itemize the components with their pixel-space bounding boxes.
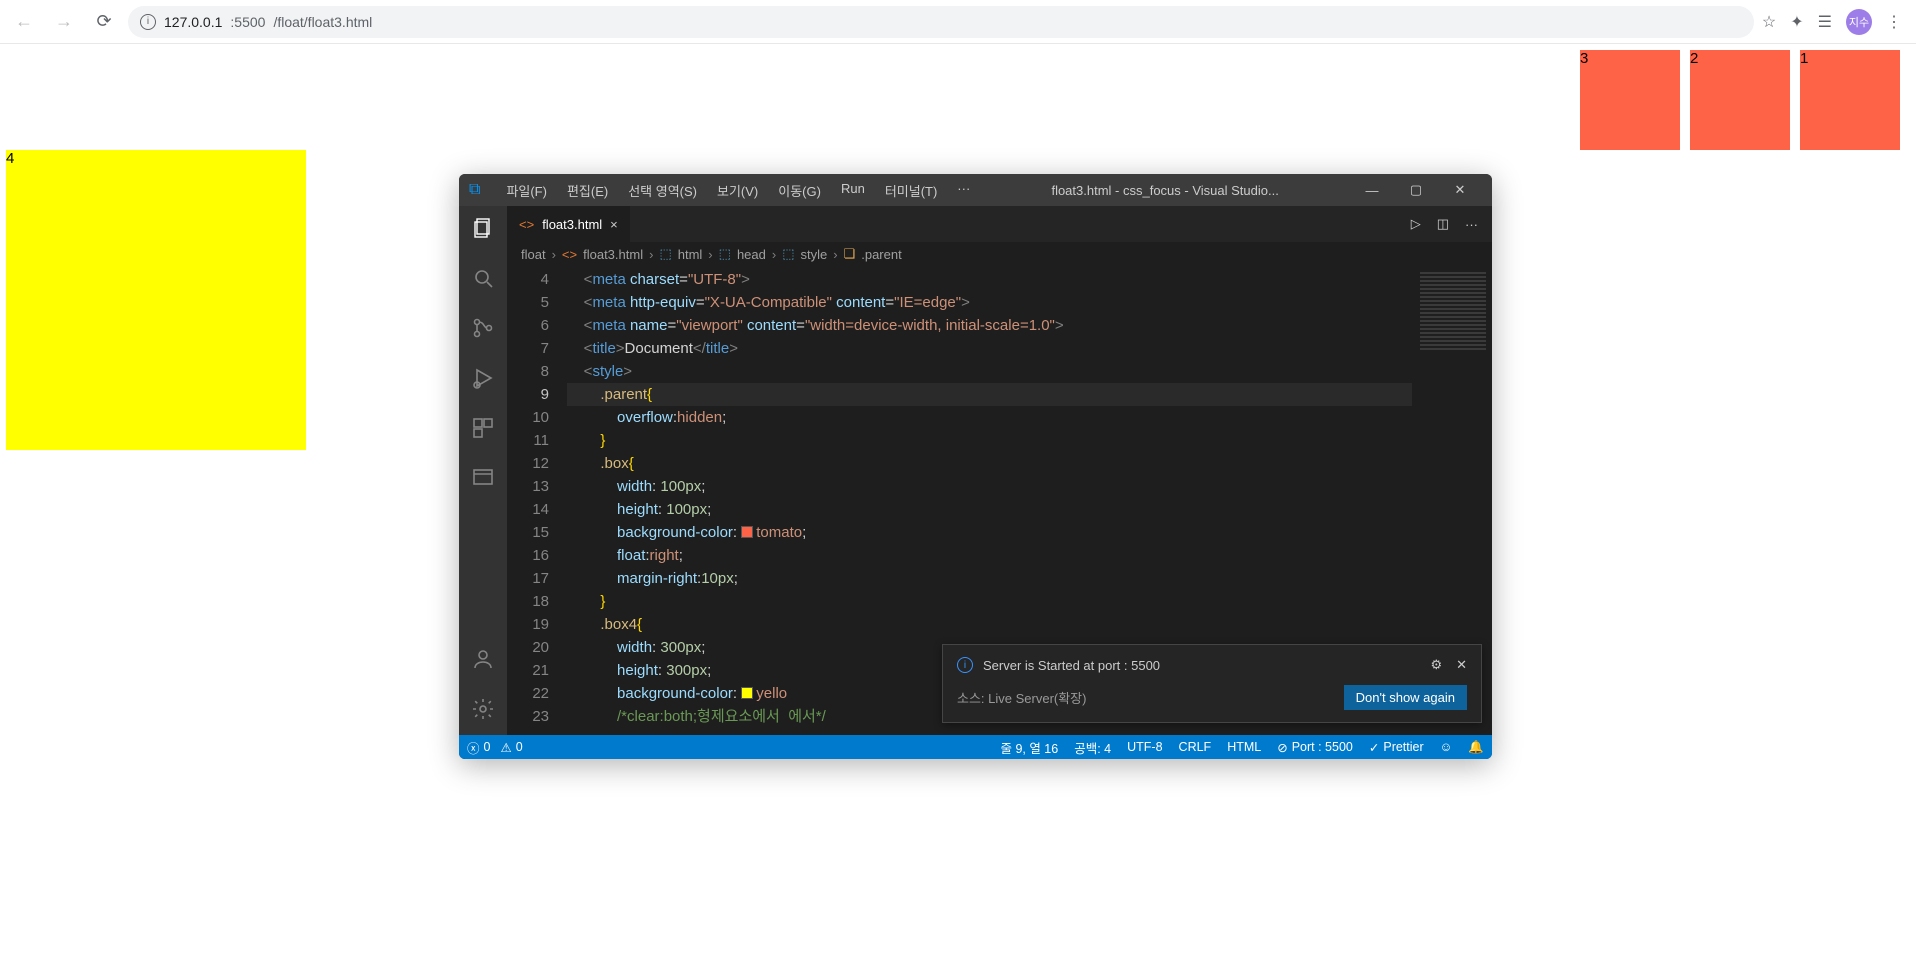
bc-folder[interactable]: float [521,247,546,262]
breadcrumb[interactable]: float› <>float3.html› ⬚html› ⬚head› ⬚sty… [507,242,1492,266]
menu-go[interactable]: 이동(G) [768,175,831,206]
status-bell-icon[interactable]: 🔔 [1468,740,1484,755]
source-control-icon[interactable] [469,314,497,342]
menu-edit[interactable]: 편집(E) [557,175,618,206]
symbol-icon: ⬚ [719,246,731,262]
vscode-title-bar[interactable]: ⧉ 파일(F) 편집(E) 선택 영역(S) 보기(V) 이동(G) Run 터… [459,174,1492,206]
status-prettier[interactable]: ✓ Prettier [1369,740,1424,755]
notification-close-icon[interactable]: ✕ [1456,657,1467,673]
status-eol[interactable]: CRLF [1179,740,1212,754]
close-tab-icon[interactable]: × [610,217,618,232]
status-errors[interactable]: ⓧ 0 [467,738,490,757]
maximize-button[interactable]: ▢ [1394,174,1438,206]
live-preview-icon[interactable] [469,464,497,492]
box-1: 1 [1800,50,1900,150]
menu-selection[interactable]: 선택 영역(S) [618,175,707,206]
browser-right-icons: ☆ ✦ ☰ 지수 ⋮ [1762,9,1908,35]
bc-html[interactable]: html [678,247,703,262]
site-info-icon[interactable]: i [140,14,156,30]
parent-container: 1 2 3 [6,50,1910,150]
bc-style[interactable]: style [801,247,828,262]
status-feedback-icon[interactable]: ☺ [1440,740,1453,754]
window-title: float3.html - css_focus - Visual Studio.… [986,183,1344,198]
box-4: 4 [6,150,306,450]
menu-overflow[interactable]: ··· [947,175,980,206]
extensions-view-icon[interactable] [469,414,497,442]
reload-button[interactable]: ⟳ [88,6,120,38]
html-file-icon: <> [519,217,534,232]
more-actions-icon[interactable]: ··· [1465,217,1478,232]
notification-toast: i Server is Started at port : 5500 ⚙ ✕ 소… [942,644,1482,723]
kebab-menu-icon[interactable]: ⋮ [1886,12,1902,32]
account-icon[interactable] [469,645,497,673]
bookmark-star-icon[interactable]: ☆ [1762,12,1776,32]
status-encoding[interactable]: UTF-8 [1127,740,1162,754]
status-spaces[interactable]: 공백: 4 [1074,738,1111,757]
tab-label: float3.html [542,217,602,232]
url-host: 127.0.0.1 [164,14,222,30]
split-editor-icon[interactable]: ◫ [1437,216,1449,232]
status-bar: ⓧ 0 ⚠ 0 줄 9, 열 16 공백: 4 UTF-8 CRLF HTML … [459,735,1492,759]
run-debug-icon[interactable] [469,364,497,392]
profile-avatar[interactable]: 지수 [1846,9,1872,35]
notification-message: Server is Started at port : 5500 [983,658,1160,673]
editor-tabs: <> float3.html × ▷ ◫ ··· [507,206,1492,242]
bc-file[interactable]: float3.html [583,247,643,262]
url-path: /float/float3.html [273,14,372,30]
window-controls: — ▢ ✕ [1350,174,1482,206]
close-window-button[interactable]: ✕ [1438,174,1482,206]
vscode-menu-bar: 파일(F) 편집(E) 선택 영역(S) 보기(V) 이동(G) Run 터미널… [496,175,980,206]
status-warnings[interactable]: ⚠ 0 [500,740,522,755]
run-file-icon[interactable]: ▷ [1411,216,1421,232]
tab-float3[interactable]: <> float3.html × [507,206,631,242]
vscode-logo-icon: ⧉ [469,181,480,199]
symbol-icon: ⬚ [782,246,794,262]
box-3: 3 [1580,50,1680,150]
menu-view[interactable]: 보기(V) [707,175,768,206]
bc-head[interactable]: head [737,247,766,262]
box-2: 2 [1690,50,1790,150]
status-cursor[interactable]: 줄 9, 열 16 [1000,738,1058,757]
notification-source: 소스: Live Server(확장) [957,688,1086,707]
minimize-button[interactable]: — [1350,174,1394,206]
forward-button[interactable]: → [48,6,80,38]
notification-gear-icon[interactable]: ⚙ [1430,657,1442,673]
extensions-icon[interactable]: ✦ [1790,12,1803,32]
bc-parent[interactable]: .parent [861,247,901,262]
line-numbers: 4567891011121314151617181920212223 [507,266,567,735]
symbol-icon: ⬚ [659,246,671,262]
status-language[interactable]: HTML [1227,740,1261,754]
reading-list-icon[interactable]: ☰ [1818,12,1832,32]
menu-file[interactable]: 파일(F) [496,175,557,206]
settings-gear-icon[interactable] [469,695,497,723]
menu-run[interactable]: Run [831,175,875,206]
info-icon: i [957,657,973,673]
html-file-icon: <> [562,247,577,262]
url-port: :5500 [230,14,265,30]
css-rule-icon: ❏ [844,246,856,262]
explorer-icon[interactable] [469,214,497,242]
status-port[interactable]: ⊘ Port : 5500 [1277,740,1353,755]
url-bar[interactable]: i 127.0.0.1 :5500/float/float3.html [128,6,1754,38]
menu-terminal[interactable]: 터미널(T) [875,175,947,206]
browser-toolbar: ← → ⟳ i 127.0.0.1 :5500/float/float3.html… [0,0,1916,44]
back-button[interactable]: ← [8,6,40,38]
search-icon[interactable] [469,264,497,292]
dont-show-again-button[interactable]: Don't show again [1344,685,1467,710]
activity-bar [459,206,507,735]
vscode-window: ⧉ 파일(F) 편집(E) 선택 영역(S) 보기(V) 이동(G) Run 터… [459,174,1492,759]
